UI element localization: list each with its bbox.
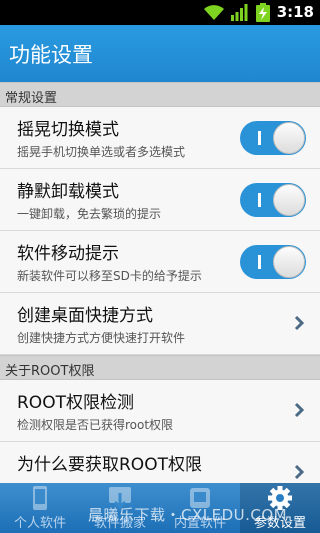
setting-title: ROOT权限检测 <box>17 393 134 413</box>
setting-move-app-prompt[interactable]: 软件移动提示 新装软件可以移至SD卡的给予提示 <box>0 231 320 293</box>
signal-icon <box>231 4 248 21</box>
chevron-right-icon <box>294 402 304 418</box>
status-bar: 3:18 <box>0 0 320 25</box>
chevron-right-icon <box>294 315 304 331</box>
setting-subtitle: 创建快捷方式方便快速打开软件 <box>17 331 186 345</box>
wifi-icon <box>204 5 224 20</box>
setting-title: 静默卸载模式 <box>17 182 119 202</box>
section-header-root: 关于ROOT权限 <box>0 355 320 380</box>
shake-mode-toggle[interactable] <box>240 121 306 155</box>
setting-title: 摇晃切换模式 <box>17 120 119 140</box>
watermark-text: 晨曦乐下载・CXLEDU.COM <box>88 506 288 524</box>
setting-title: 软件移动提示 <box>17 244 119 264</box>
setting-silent-uninstall[interactable]: 静默卸载模式 一键卸载，免去繁琐的提示 <box>0 169 320 231</box>
move-prompt-toggle[interactable] <box>240 245 306 279</box>
setting-subtitle: 新装软件可以移至SD卡的给予提示 <box>17 269 202 283</box>
page-title: 功能设置 <box>9 43 93 67</box>
section-label: 关于ROOT权限 <box>5 364 95 379</box>
phone-apps-icon <box>33 486 47 510</box>
setting-subtitle: 一键卸载，免去繁琐的提示 <box>17 207 162 221</box>
toggle-on-indicator <box>258 193 261 207</box>
chevron-right-icon <box>294 464 304 480</box>
section-header-general: 常规设置 <box>0 82 320 107</box>
toggle-on-indicator <box>258 131 261 145</box>
toggle-on-indicator <box>258 255 261 269</box>
setting-subtitle: 摇晃手机切换单选或者多选模式 <box>17 145 186 159</box>
battery-charging-icon <box>256 3 270 22</box>
toggle-knob <box>273 184 305 216</box>
tab-label: 个人软件 <box>13 516 66 531</box>
tab-my-apps[interactable]: 个人软件 <box>0 483 80 533</box>
setting-root-check[interactable]: ROOT权限检测 检测权限是否已获得root权限 <box>0 380 320 442</box>
section-label: 常规设置 <box>5 91 58 106</box>
toggle-knob <box>273 246 305 278</box>
setting-subtitle: 检测权限是否已获得root权限 <box>17 418 174 432</box>
silent-uninstall-toggle[interactable] <box>240 183 306 217</box>
setting-title: 创建桌面快捷方式 <box>17 306 153 326</box>
setting-shake-switch-mode[interactable]: 摇晃切换模式 摇晃手机切换单选或者多选模式 <box>0 107 320 169</box>
setting-title: 为什么要获取ROOT权限 <box>17 455 202 475</box>
toggle-knob <box>273 122 305 154</box>
setting-create-shortcut[interactable]: 创建桌面快捷方式 创建快捷方式方便快速打开软件 <box>0 293 320 355</box>
status-time: 3:18 <box>276 3 314 21</box>
app-bar: 功能设置 <box>0 25 320 82</box>
